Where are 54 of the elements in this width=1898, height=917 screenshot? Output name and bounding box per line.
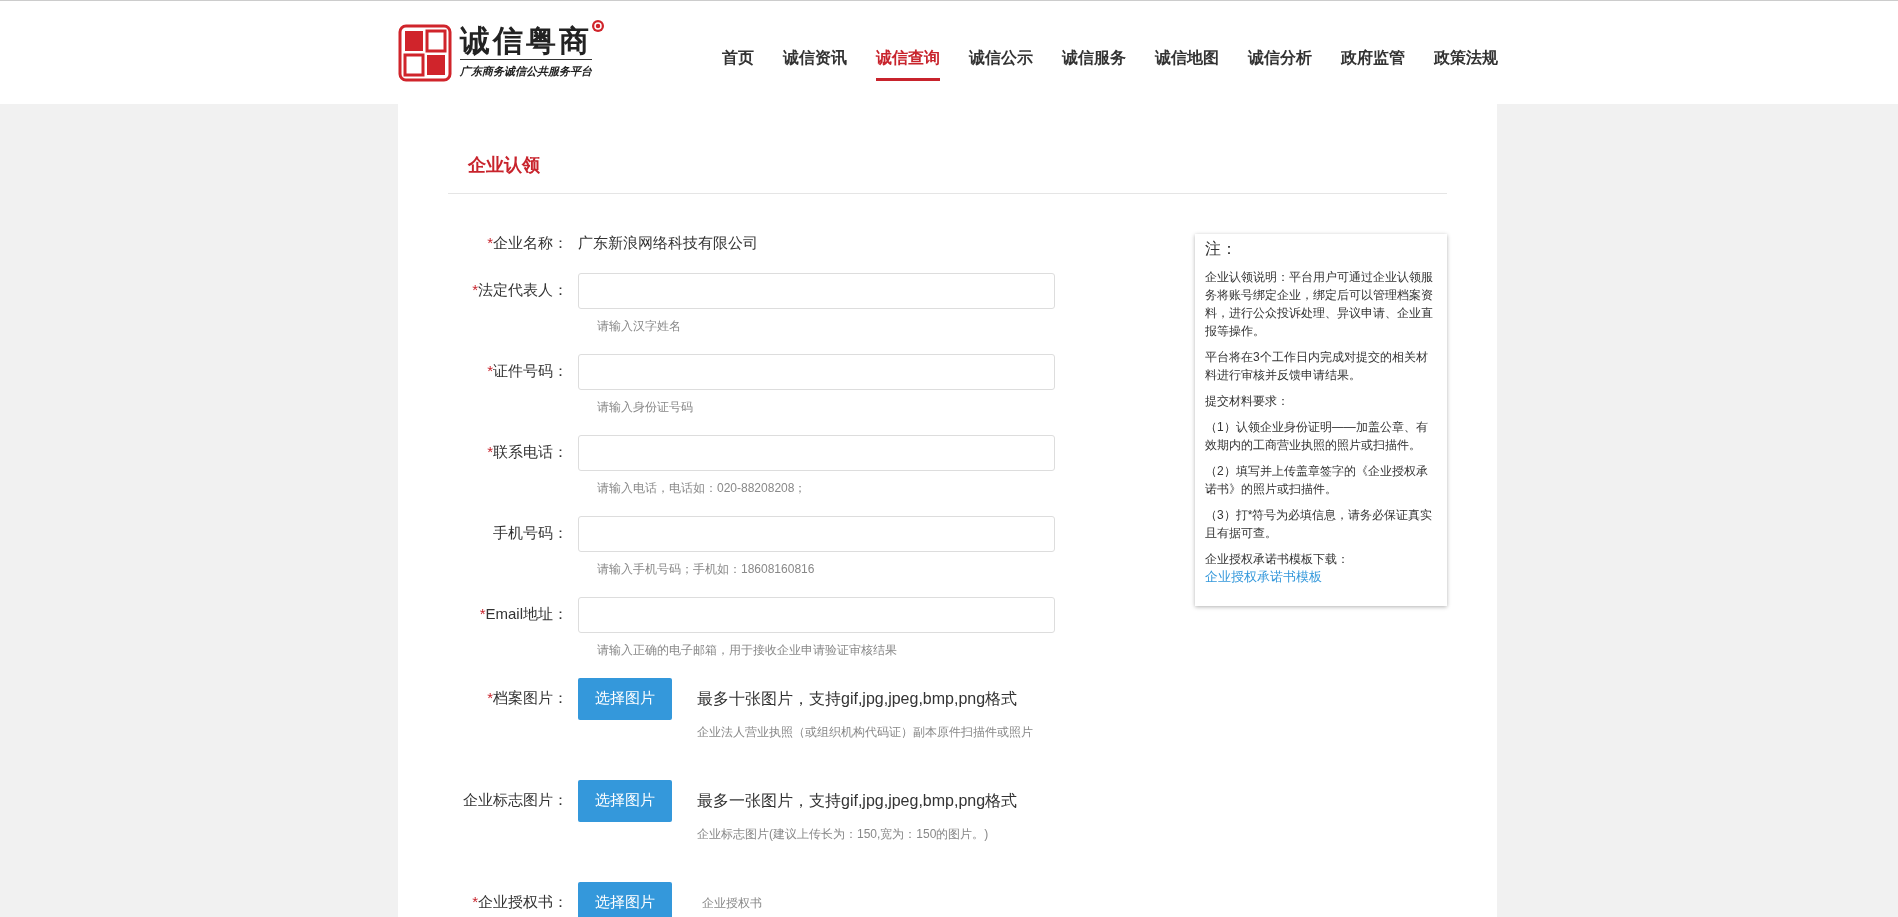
nav-link[interactable]: 诚信公示 <box>969 24 1033 81</box>
note-paragraph: 平台将在3个工作日内完成对提交的相关材料进行审核并反馈申请结果。 <box>1205 349 1429 384</box>
nav-link[interactable]: 诚信查询 <box>876 24 940 81</box>
required-mark: * <box>487 234 493 251</box>
field-label: 证件号码： <box>493 362 568 380</box>
upload-hint: 企业标志图片(建议上传长为：150,宽为：150的图片。) <box>697 825 990 843</box>
logo-title: 诚信粤商 <box>460 25 592 60</box>
nav-link[interactable]: 诚信服务 <box>1062 24 1126 81</box>
note-paragraph: 企业认领说明：平台用户可通过企业认领服务将账号绑定企业，绑定后可以管理档案资料，进行公众投诉处理、异议申请、企业直报等操作。 <box>1205 269 1434 340</box>
notes-title: 注： <box>1205 240 1238 258</box>
field-label: 企业授权书： <box>478 893 568 911</box>
note-paragraph: （2）填写并上传盖章签字的《企业授权承诺书》的照片或扫描件。 <box>1205 463 1429 498</box>
required-mark: * <box>479 605 486 623</box>
field-label: 企业名称： <box>493 234 568 251</box>
upload-note: 最多一张图片，支持gif,jpg,jpeg,bmp,png格式 <box>697 790 1018 811</box>
input-field[interactable] <box>578 596 1055 633</box>
field-label: 企业标志图片： <box>463 791 568 809</box>
note-paragraph: （1）认领企业身份证明——加盖公章、有效期内的工商营业执照的照片或扫描件。 <box>1205 419 1429 454</box>
field-hint: 请输入汉字姓名 <box>596 317 682 335</box>
input-field[interactable] <box>578 515 1055 552</box>
required-mark: * <box>487 443 493 461</box>
field-hint: 请输入身份证号码 <box>596 398 694 416</box>
input-field[interactable] <box>578 353 1055 390</box>
field-hint: 请输入电话，电话如：020-88208208； <box>596 479 808 497</box>
required-mark: * <box>472 281 478 299</box>
input-field[interactable] <box>578 272 1055 309</box>
nav-link[interactable]: 首页 <box>722 24 754 81</box>
input-field[interactable] <box>578 434 1055 471</box>
nav-link[interactable]: 诚信分析 <box>1248 24 1312 81</box>
field-hint: 请输入手机号码；手机如：18608160816 <box>596 560 816 578</box>
field-label: 联系电话： <box>493 443 568 461</box>
badge-icon <box>592 19 604 32</box>
field-hint: 请输入正确的电子邮箱，用于接收企业申请验证审核结果 <box>596 641 898 659</box>
logo-subtitle: 广东商务诚信公共服务平台 <box>460 63 592 79</box>
field-label: 法定代表人： <box>478 281 568 299</box>
nav-link[interactable]: 政策法规 <box>1434 24 1498 81</box>
seal-logo-icon <box>398 23 452 82</box>
download-note: 企业授权承诺书模板下载： 企业授权承诺书模板 <box>1205 551 1350 586</box>
nav-link[interactable]: 诚信地图 <box>1155 24 1219 81</box>
nav-link[interactable]: 诚信资讯 <box>783 24 847 81</box>
note-paragraph: （3）打*符号为必填信息，请务必保证真实且有据可查。 <box>1205 507 1434 542</box>
field-label: 手机号码： <box>493 524 568 542</box>
required-mark: * <box>487 362 493 380</box>
field-label: Email地址： <box>485 605 568 623</box>
note-paragraph: 提交材料要求： <box>1205 393 1290 410</box>
upload-hint: 企业法人营业执照（或组织机构代码证）副本原件扫描件或照片 <box>697 723 1034 741</box>
upload-note: 最多十张图片，支持gif,jpg,jpeg,bmp,png格式 <box>697 688 1018 709</box>
upload-hint: 企业授权书 <box>702 894 762 912</box>
nav-link[interactable]: 政府监管 <box>1341 24 1405 81</box>
section-title: 企业认领 <box>448 104 1447 194</box>
required-mark: * <box>487 689 493 707</box>
required-mark: * <box>472 893 478 911</box>
field-label: 档案图片： <box>493 689 568 707</box>
company-name: 广东新浪网络科技有限公司 <box>578 233 758 253</box>
